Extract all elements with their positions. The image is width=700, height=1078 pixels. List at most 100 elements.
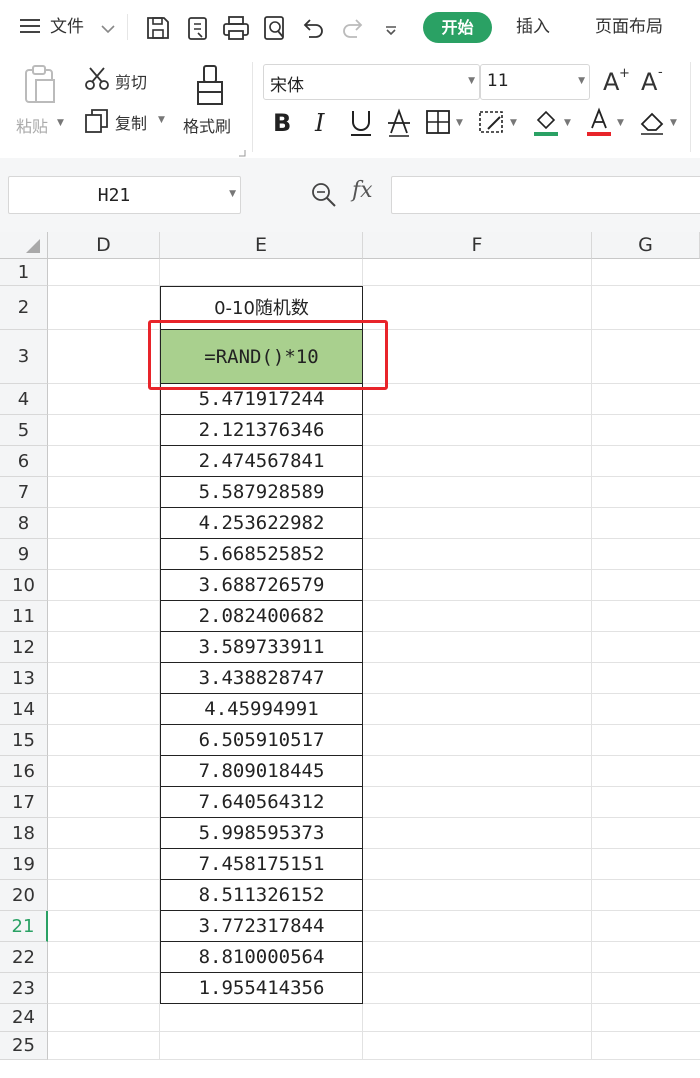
row-header-18[interactable]: 18 [0, 818, 48, 849]
italic-icon[interactable]: I [312, 108, 336, 140]
save-icon[interactable] [145, 15, 171, 45]
value-cell-e15[interactable]: 6.505910517 [160, 725, 363, 756]
tab-page-layout[interactable]: 页面布局 [595, 10, 663, 44]
bold-icon[interactable]: B [272, 108, 296, 140]
value-cell-e12[interactable]: 3.589733911 [160, 632, 363, 663]
row-header-4[interactable]: 4 [0, 384, 48, 415]
row-header-21[interactable]: 21 [0, 911, 48, 942]
undo-icon[interactable] [300, 15, 326, 45]
row-header-3[interactable]: 3 [0, 330, 48, 384]
row-header-14[interactable]: 14 [0, 694, 48, 725]
value-cell-e9[interactable]: 5.668525852 [160, 539, 363, 570]
borders-icon[interactable] [425, 109, 451, 139]
font-name-select[interactable]: 宋体 ▼ [263, 64, 480, 100]
font-size-select[interactable]: 11 ▼ [480, 64, 590, 100]
chevron-down-icon[interactable] [100, 20, 116, 39]
value-cell-e5[interactable]: 2.121376346 [160, 415, 363, 446]
redo-icon[interactable] [340, 15, 366, 45]
row-header-24[interactable]: 24 [0, 1004, 48, 1032]
column-header-d[interactable]: D [48, 232, 160, 259]
row-header-25[interactable]: 25 [0, 1032, 48, 1060]
formula-input[interactable] [391, 176, 700, 214]
value-cell-e11[interactable]: 2.082400682 [160, 601, 363, 632]
chevron-down-icon[interactable]: ▼ [468, 76, 475, 86]
print-preview-icon[interactable] [262, 14, 288, 46]
row-header-7[interactable]: 7 [0, 477, 48, 508]
font-color-dropdown-icon[interactable]: ▼ [617, 118, 624, 128]
row-header-16[interactable]: 16 [0, 756, 48, 787]
fx-icon[interactable]: fx [352, 178, 373, 203]
row-header-11[interactable]: 11 [0, 601, 48, 632]
cut-label[interactable]: 剪切 [115, 69, 147, 93]
row-header-22[interactable]: 22 [0, 942, 48, 973]
value-cell-e13[interactable]: 3.438828747 [160, 663, 363, 694]
zoom-icon[interactable] [310, 181, 338, 213]
row-header-23[interactable]: 23 [0, 973, 48, 1004]
row-header-17[interactable]: 17 [0, 787, 48, 818]
select-all-corner[interactable] [0, 232, 48, 259]
fill-color-icon[interactable] [532, 106, 560, 142]
row-header-6[interactable]: 6 [0, 446, 48, 477]
svg-text:+: + [619, 66, 630, 81]
format-painter-label[interactable]: 格式刷 [183, 113, 231, 137]
value-cell-e14[interactable]: 4.45994991 [160, 694, 363, 725]
hamburger-menu-icon[interactable] [20, 18, 40, 34]
format-painter-icon[interactable] [195, 64, 225, 112]
strikethrough-icon[interactable] [386, 108, 412, 142]
value-cell-e20[interactable]: 8.511326152 [160, 880, 363, 911]
paste-label[interactable]: 粘贴 [16, 113, 48, 137]
borders-dropdown-icon[interactable]: ▼ [456, 118, 463, 128]
row-header-13[interactable]: 13 [0, 663, 48, 694]
file-menu[interactable]: 文件 [50, 10, 84, 44]
value-cell-e19[interactable]: 7.458175151 [160, 849, 363, 880]
column-header-e[interactable]: E [160, 232, 363, 259]
value-cell-e23[interactable]: 1.955414356 [160, 973, 363, 1004]
copy-dropdown-icon[interactable]: ▼ [158, 115, 165, 125]
tab-insert[interactable]: 插入 [516, 10, 550, 44]
tab-home[interactable]: 开始 [423, 12, 492, 43]
font-color-icon[interactable] [585, 106, 613, 142]
row-header-5[interactable]: 5 [0, 415, 48, 446]
underline-icon[interactable] [348, 108, 374, 142]
clear-format-dropdown-icon[interactable]: ▼ [670, 118, 677, 128]
row-header-19[interactable]: 19 [0, 849, 48, 880]
row-header-12[interactable]: 12 [0, 632, 48, 663]
fill-color-dropdown-icon[interactable]: ▼ [564, 118, 571, 128]
value-cell-e6[interactable]: 2.474567841 [160, 446, 363, 477]
value-cell-e21[interactable]: 3.772317844 [160, 911, 363, 942]
cell-style-dropdown-icon[interactable]: ▼ [510, 118, 517, 128]
cell-style-icon[interactable] [478, 109, 506, 139]
row-header-10[interactable]: 10 [0, 570, 48, 601]
value-cell-e17[interactable]: 7.640564312 [160, 787, 363, 818]
name-box[interactable]: H21 ▼ [8, 176, 241, 214]
chevron-down-icon[interactable]: ▼ [578, 76, 585, 86]
chevron-down-icon[interactable]: ▼ [229, 189, 236, 199]
svg-text:-: - [658, 66, 663, 80]
column-header-g[interactable]: G [592, 232, 700, 259]
customize-toolbar-icon[interactable] [384, 22, 398, 41]
column-header-f[interactable]: F [363, 232, 592, 259]
decrease-font-size-icon[interactable]: A- [640, 65, 668, 98]
value-cell-e18[interactable]: 5.998595373 [160, 818, 363, 849]
value-cell-e7[interactable]: 5.587928589 [160, 477, 363, 508]
cut-icon[interactable] [84, 66, 110, 96]
row-header-1[interactable]: 1 [0, 259, 48, 286]
clear-format-icon[interactable] [638, 108, 666, 140]
print-icon[interactable] [222, 15, 250, 45]
row-header-8[interactable]: 8 [0, 508, 48, 539]
paste-dropdown-icon[interactable]: ▼ [57, 118, 64, 128]
row-header-15[interactable]: 15 [0, 725, 48, 756]
copy-icon[interactable] [84, 108, 110, 138]
paste-icon[interactable] [22, 64, 58, 110]
value-cell-e16[interactable]: 7.809018445 [160, 756, 363, 787]
value-cell-e10[interactable]: 3.688726579 [160, 570, 363, 601]
increase-font-size-icon[interactable]: A + [602, 66, 630, 98]
row-header-20[interactable]: 20 [0, 880, 48, 911]
value-cell-e8[interactable]: 4.253622982 [160, 508, 363, 539]
row-header-2[interactable]: 2 [0, 286, 48, 330]
formula-bar: H21 ▼ fx [0, 158, 700, 232]
export-pdf-icon[interactable] [185, 14, 211, 46]
value-cell-e22[interactable]: 8.810000564 [160, 942, 363, 973]
copy-label[interactable]: 复制 [115, 110, 147, 134]
row-header-9[interactable]: 9 [0, 539, 48, 570]
